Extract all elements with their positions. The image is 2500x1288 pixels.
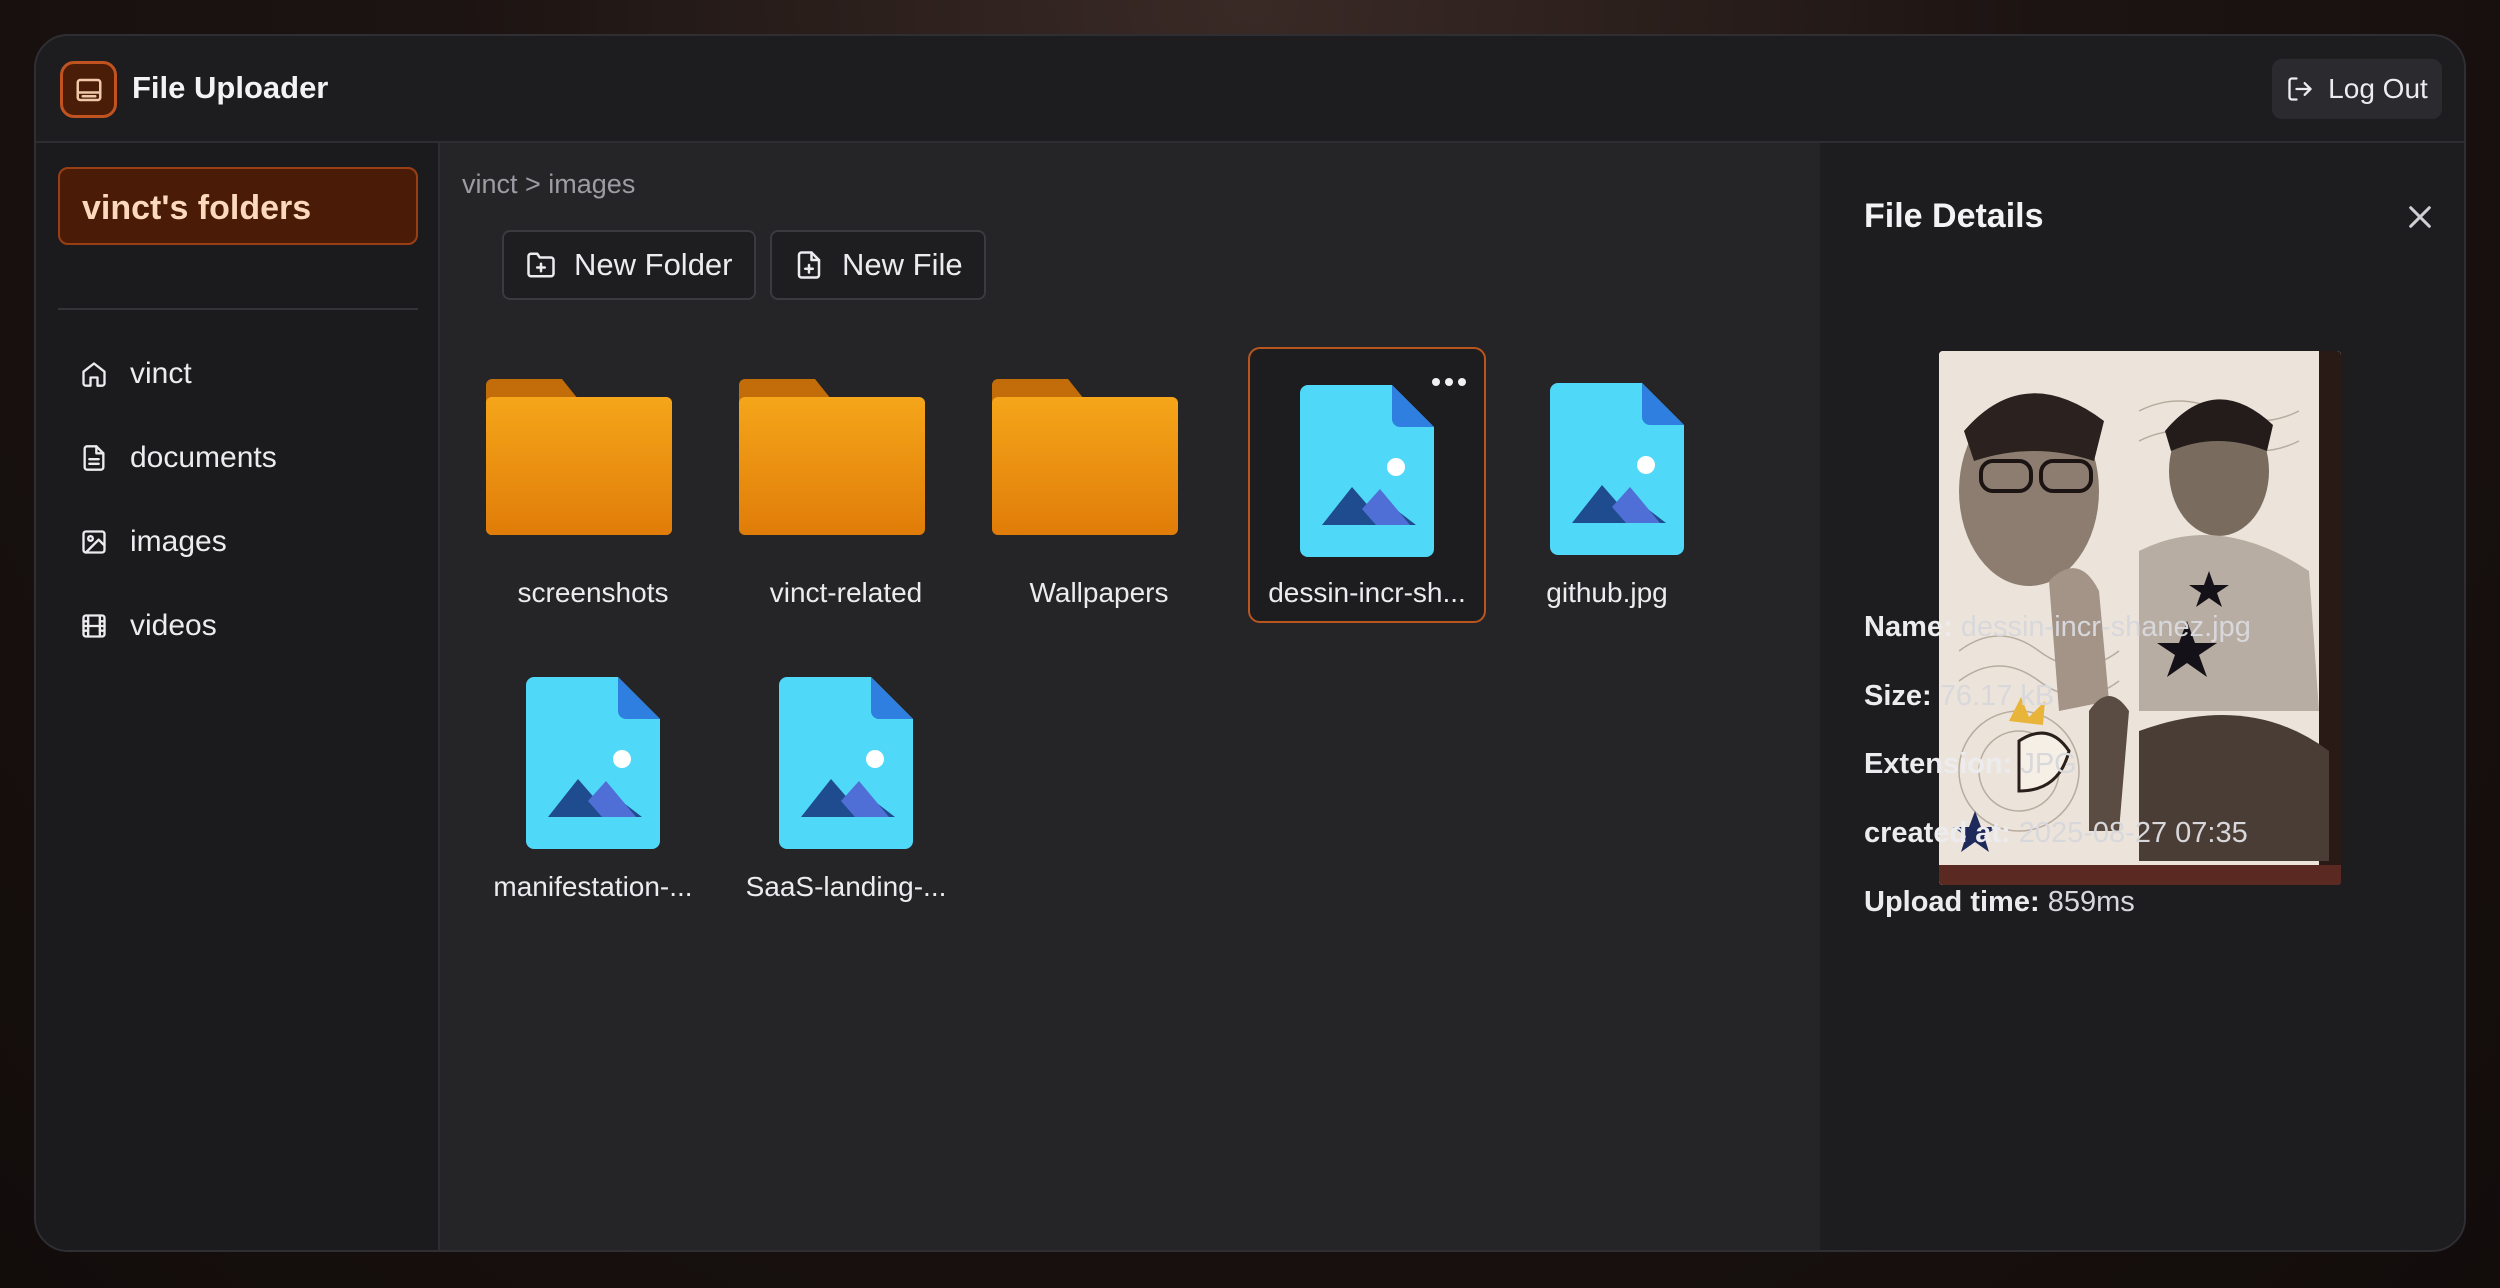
new-file-label: New File bbox=[842, 247, 963, 282]
details-title: File Details bbox=[1864, 197, 2044, 235]
detail-name-value: dessin-incr-shanez.jpg bbox=[1960, 611, 2251, 643]
film-icon bbox=[82, 614, 106, 638]
detail-size: Size: 76.17 kB bbox=[1864, 680, 2054, 713]
folder-tile-wallpapers[interactable]: Wallpapers bbox=[980, 349, 1218, 625]
detail-upload-time: Upload time: 859ms bbox=[1864, 886, 2135, 919]
folder-tile-vinct-related[interactable]: vinct-related bbox=[727, 349, 965, 625]
folder-icon bbox=[992, 379, 1178, 535]
sidebar-item-label: vinct bbox=[130, 357, 192, 390]
folder-tile-screenshots[interactable]: screenshots bbox=[474, 349, 712, 625]
sidebar-item-images[interactable]: images bbox=[58, 510, 418, 574]
file-tile-saas-landing[interactable]: SaaS-landing-... bbox=[727, 643, 965, 919]
sidebar-item-label: videos bbox=[130, 609, 217, 642]
tile-label: github.jpg bbox=[1546, 577, 1668, 608]
detail-name: Name: dessin-incr-shanez.jpg bbox=[1864, 611, 2251, 644]
file-tile-dessin-incr-shanez[interactable]: dessin-incr-sh... bbox=[1248, 347, 1486, 623]
more-options-icon[interactable] bbox=[1432, 375, 1468, 389]
folder-plus-icon bbox=[527, 252, 555, 278]
detail-upload-value: 859ms bbox=[2047, 886, 2135, 918]
app-logo-icon bbox=[60, 61, 117, 118]
new-folder-label: New Folder bbox=[574, 247, 733, 282]
detail-created-label: created at: bbox=[1864, 817, 2011, 849]
tile-label: dessin-incr-sh... bbox=[1268, 577, 1466, 608]
new-file-button[interactable]: New File bbox=[770, 230, 986, 300]
file-details-panel: File Details Name: dessin-incr-shanez.jp… bbox=[1820, 143, 2464, 1250]
app-title: File Uploader bbox=[132, 70, 329, 105]
sidebar: vinct's folders vinct documents images v… bbox=[36, 143, 440, 1250]
logout-icon bbox=[2288, 77, 2312, 101]
folder-icon bbox=[486, 379, 672, 535]
image-file-icon bbox=[1300, 385, 1434, 557]
folder-icon bbox=[739, 379, 925, 535]
logout-button[interactable]: Log Out bbox=[2272, 59, 2442, 119]
sidebar-item-label: documents bbox=[130, 441, 277, 474]
sidebar-item-documents[interactable]: documents bbox=[58, 426, 418, 490]
tile-label: SaaS-landing-... bbox=[745, 871, 947, 902]
tile-label: screenshots bbox=[517, 577, 669, 608]
sidebar-divider bbox=[58, 308, 418, 310]
image-file-icon bbox=[1550, 383, 1684, 555]
close-icon[interactable] bbox=[2404, 201, 2436, 233]
tile-label: vinct-related bbox=[769, 577, 923, 608]
breadcrumb[interactable]: vinct > images bbox=[462, 169, 635, 200]
sidebar-title: vinct's folders bbox=[58, 167, 418, 245]
sidebar-item-label: images bbox=[130, 525, 227, 558]
document-icon bbox=[83, 445, 105, 471]
detail-created-at: created at: 2025-08-27 07:35 bbox=[1864, 817, 2248, 850]
detail-size-label: Size: bbox=[1864, 680, 1932, 712]
sidebar-item-vinct[interactable]: vinct bbox=[58, 342, 418, 406]
detail-extension-label: Extension: bbox=[1864, 748, 2013, 780]
image-file-icon bbox=[526, 677, 660, 849]
file-browser: vinct > images New Folder New File scree… bbox=[440, 143, 1820, 1250]
image-file-icon bbox=[779, 677, 913, 849]
sidebar-item-videos[interactable]: videos bbox=[58, 594, 418, 658]
app-window: File Uploader Log Out vinct's folders vi… bbox=[34, 34, 2466, 1252]
detail-name-label: Name: bbox=[1864, 611, 1953, 643]
detail-size-value: 76.17 kB bbox=[1939, 680, 2055, 712]
file-tile-github[interactable]: github.jpg bbox=[1488, 349, 1726, 625]
tile-label: Wallpapers bbox=[1029, 577, 1169, 608]
detail-extension: Extension: JPG bbox=[1864, 748, 2077, 781]
detail-created-value: 2025-08-27 07:35 bbox=[2018, 817, 2248, 849]
logout-label: Log Out bbox=[2328, 73, 2428, 104]
file-tile-manifestation[interactable]: manifestation-... bbox=[474, 643, 712, 919]
detail-upload-label: Upload time: bbox=[1864, 886, 2040, 918]
image-icon bbox=[82, 530, 106, 554]
top-bar: File Uploader Log Out bbox=[36, 36, 2464, 143]
file-plus-icon bbox=[797, 251, 821, 279]
new-folder-button[interactable]: New Folder bbox=[502, 230, 756, 300]
home-icon bbox=[82, 362, 106, 387]
tile-label: manifestation-... bbox=[493, 871, 693, 902]
detail-extension-value: JPG bbox=[2020, 748, 2077, 780]
